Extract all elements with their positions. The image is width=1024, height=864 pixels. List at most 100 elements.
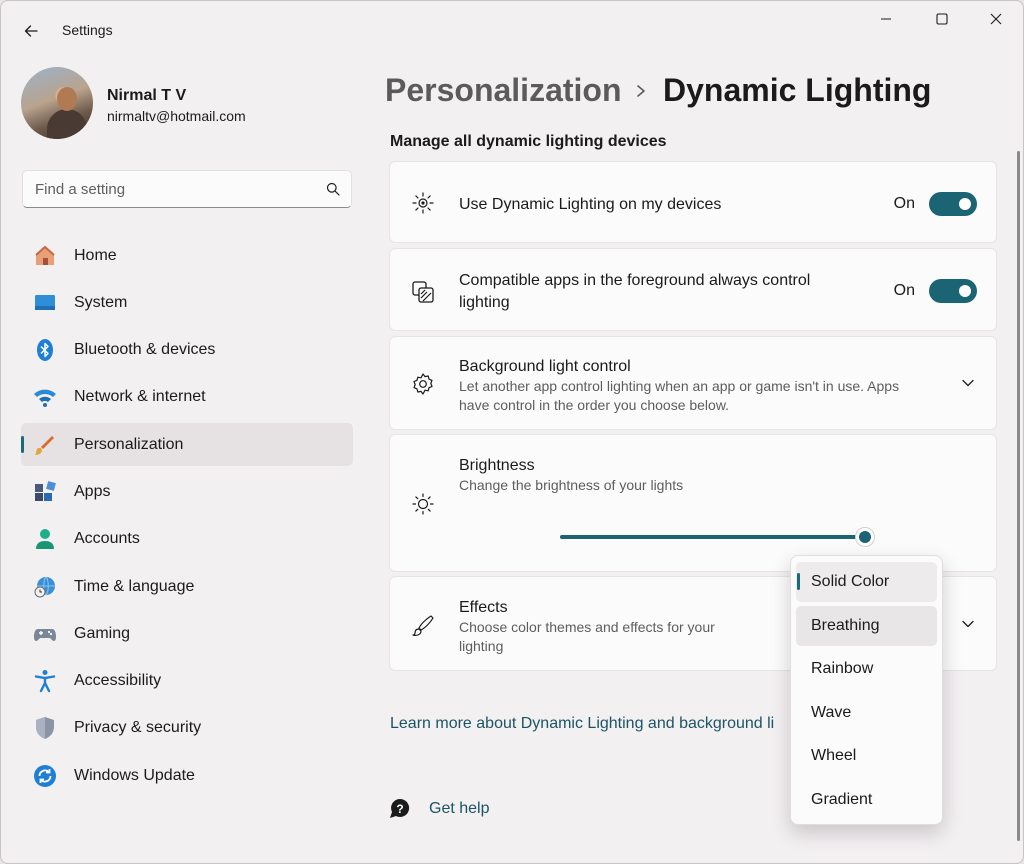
sidebar-item-system[interactable]: System — [21, 281, 353, 324]
compatible-apps-toggle[interactable] — [929, 279, 977, 303]
background-light-control-desc-line1: Let another app control lighting when an… — [459, 378, 900, 394]
arrow-left-icon — [24, 25, 38, 37]
effect-option-wave[interactable]: Wave — [796, 693, 937, 733]
brightness-card: Brightness Change the brightness of your… — [389, 434, 997, 572]
sidebar-item-privacy[interactable]: Privacy & security — [21, 707, 353, 750]
avatar[interactable] — [21, 67, 93, 139]
sidebar-item-personalization[interactable]: Personalization — [21, 423, 353, 467]
sidebar-item-label: Network & internet — [74, 388, 206, 406]
sidebar-item-apps[interactable]: Apps — [21, 470, 353, 513]
page-title: Dynamic Lighting — [663, 72, 932, 108]
sidebar-item-label: Home — [74, 246, 117, 264]
settings-window: Settings Nirmal T V nirmaltv@hotmail.com… — [0, 0, 1024, 864]
brush-icon — [33, 433, 57, 457]
svg-text:?: ? — [396, 802, 403, 816]
sidebar-item-label: Apps — [74, 482, 111, 500]
sidebar-item-home[interactable]: Home — [21, 234, 353, 277]
background-light-control-desc-line2: have control in the order you choose bel… — [459, 397, 730, 413]
minimize-icon — [881, 18, 891, 20]
title-bar: Settings — [1, 1, 1023, 59]
apps-icon — [33, 480, 57, 504]
effects-title: Effects — [459, 599, 508, 616]
toggle-state-label: On — [893, 282, 915, 299]
sidebar-item-bluetooth[interactable]: Bluetooth & devices — [21, 329, 353, 372]
shield-icon — [33, 716, 57, 740]
chevron-right-icon — [637, 85, 645, 97]
main-scrollbar[interactable] — [1017, 151, 1020, 841]
toggle-knob — [959, 198, 971, 210]
sidebar-item-accessibility[interactable]: Accessibility — [21, 660, 353, 703]
accessibility-icon — [33, 669, 57, 693]
back-button[interactable] — [13, 17, 49, 45]
sidebar-item-label: Bluetooth & devices — [74, 341, 216, 359]
user-name: Nirmal T V — [107, 87, 187, 104]
search-icon[interactable] — [315, 182, 351, 196]
slider-thumb-dot — [859, 531, 871, 543]
sidebar-item-label: Personalization — [74, 435, 184, 453]
wifi-icon — [33, 385, 57, 409]
search-box — [22, 170, 352, 208]
paintbrush-icon — [410, 613, 436, 639]
close-icon — [990, 13, 1002, 25]
gear-icon — [410, 371, 436, 397]
effect-option-wheel[interactable]: Wheel — [796, 736, 937, 776]
effect-option-rainbow[interactable]: Rainbow — [796, 649, 937, 689]
maximize-button[interactable] — [919, 3, 965, 35]
background-light-control-card[interactable]: Background light control Let another app… — [389, 336, 997, 430]
effect-option-solid-color[interactable]: Solid Color — [796, 562, 937, 602]
avatar-head — [57, 87, 77, 111]
section-heading: Manage all dynamic lighting devices — [390, 133, 667, 150]
avatar-body — [47, 109, 87, 139]
learn-more-link[interactable]: Learn more about Dynamic Lighting and ba… — [390, 715, 774, 733]
background-light-control-title: Background light control — [459, 358, 631, 375]
layered-apps-icon — [410, 279, 436, 305]
accounts-icon — [33, 527, 57, 551]
sidebar-item-label: Accounts — [74, 530, 140, 548]
chevron-down-icon[interactable] — [958, 614, 978, 634]
search-input[interactable] — [23, 171, 315, 207]
sidebar-item-label: Gaming — [74, 624, 131, 642]
effects-desc-line2: lighting — [459, 638, 504, 654]
globe-clock-icon — [33, 575, 57, 599]
sidebar-item-accounts[interactable]: Accounts — [21, 518, 353, 561]
effect-option-gradient[interactable]: Gradient — [796, 780, 937, 820]
sidebar-item-label: Time & language — [74, 577, 195, 595]
brightness-slider-thumb[interactable] — [855, 527, 875, 547]
sidebar-item-network[interactable]: Network & internet — [21, 376, 353, 419]
system-icon — [33, 291, 57, 315]
use-dynamic-lighting-toggle-group: On — [894, 192, 977, 216]
brightness-slider-track[interactable] — [560, 535, 866, 539]
user-email: nirmaltv@hotmail.com — [107, 108, 246, 124]
sidebar-item-time-language[interactable]: Time & language — [21, 565, 353, 608]
toggle-state-label: On — [893, 195, 915, 212]
compatible-apps-card: Compatible apps in the foreground always… — [389, 248, 997, 331]
compatible-apps-label-line1: Compatible apps in the foreground always… — [459, 272, 811, 289]
toggle-knob — [959, 285, 971, 297]
get-help-link[interactable]: ? Get help — [389, 798, 489, 820]
brightness-title: Brightness — [459, 457, 535, 474]
app-title: Settings — [62, 22, 113, 38]
bluetooth-icon — [33, 338, 57, 362]
use-dynamic-lighting-label: Use Dynamic Lighting on my devices — [459, 196, 722, 213]
sidebar-item-windows-update[interactable]: Windows Update — [21, 754, 353, 797]
sidebar-item-gaming[interactable]: Gaming — [21, 612, 353, 655]
use-dynamic-lighting-card: Use Dynamic Lighting on my devices On — [389, 161, 997, 243]
minimize-button[interactable] — [863, 3, 909, 35]
effects-desc-line1: Choose color themes and effects for your — [459, 619, 715, 635]
get-help-label: Get help — [429, 800, 490, 817]
effects-dropdown-menu: Solid Color Breathing Rainbow Wave Wheel… — [790, 555, 943, 825]
dynamic-lighting-icon — [410, 190, 436, 216]
chevron-down-icon[interactable] — [958, 373, 978, 393]
use-dynamic-lighting-toggle[interactable] — [929, 192, 977, 216]
compatible-apps-label-line2: lighting — [459, 294, 510, 311]
sidebar-item-label: Accessibility — [74, 672, 162, 690]
close-button[interactable] — [973, 3, 1019, 35]
update-icon — [33, 764, 57, 788]
compatible-apps-toggle-group: On — [894, 279, 977, 303]
effect-option-breathing[interactable]: Breathing — [796, 605, 937, 646]
sidebar-item-label: Privacy & security — [74, 719, 202, 737]
breadcrumb-parent[interactable]: Personalization — [385, 72, 622, 109]
sidebar-item-label: Windows Update — [74, 766, 195, 784]
gamepad-icon — [33, 622, 57, 646]
sidebar-nav: Home System Bluetooth & devices Network … — [21, 234, 353, 802]
